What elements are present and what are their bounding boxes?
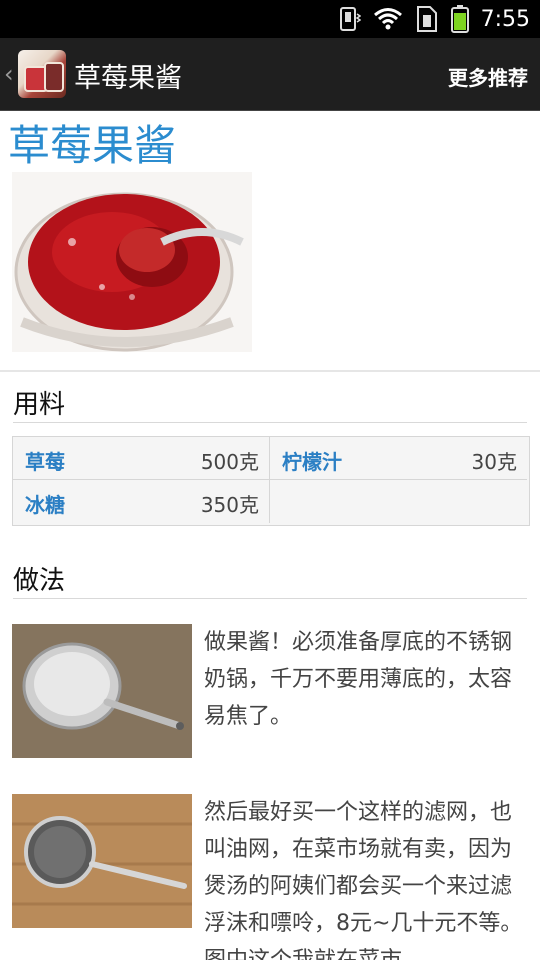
step-item: 然后最好买一个这样的滤网，也叫油网，在菜市场就有卖，因为煲汤的阿姨们都会买一个来… (12, 794, 528, 960)
ingredient-name[interactable]: 柠檬汁 (282, 446, 342, 475)
ingredient-amount: 30克 (471, 450, 517, 474)
method-heading: 做法 (13, 566, 66, 596)
recipe-title: 草莓果酱 (8, 121, 177, 170)
ingredient-row[interactable]: 柠檬汁 30克 (270, 437, 527, 480)
app-icon[interactable] (18, 50, 66, 98)
ingredient-row-empty (270, 480, 527, 523)
section-rule (13, 422, 527, 423)
ingredient-row[interactable]: 草莓 500克 (13, 437, 270, 480)
ingredient-name[interactable]: 草莓 (25, 446, 65, 475)
step-text: 然后最好买一个这样的滤网，也叫油网，在菜市场就有卖，因为煲汤的阿姨们都会买一个来… (204, 800, 523, 960)
more-recommend-button[interactable]: 更多推荐 (448, 62, 528, 91)
sim-icon (416, 6, 437, 32)
step-image[interactable] (12, 624, 192, 758)
vibrate-icon (339, 7, 361, 31)
ingredient-row[interactable]: 冰糖 350克 (13, 480, 270, 523)
section-rule (13, 598, 527, 599)
ingredient-name[interactable]: 冰糖 (25, 489, 65, 518)
battery-icon (450, 5, 469, 33)
status-bar: 7:55 (0, 0, 540, 38)
ingredients-table: 草莓 500克 柠檬汁 30克 冰糖 350克 (12, 436, 530, 526)
ingredient-amount: 350克 (200, 493, 259, 517)
step-image[interactable] (12, 794, 192, 928)
divider (0, 370, 540, 372)
step-item: 做果酱！必须准备厚底的不锈钢奶锅，千万不要用薄底的，太容易焦了。 (12, 624, 528, 764)
action-bar-title: 草莓果酱 (74, 63, 182, 94)
action-bar: ‹ 草莓果酱 更多推荐 (0, 38, 540, 111)
status-icons: 7:55 (337, 0, 530, 38)
recipe-content[interactable]: 草莓果酱 用料 草莓 500克 柠檬汁 30克 冰糖 350克 做法 做果酱！必… (0, 110, 540, 960)
status-time: 7:55 (480, 6, 530, 32)
ingredient-amount: 500克 (200, 450, 259, 474)
wifi-icon (373, 8, 402, 30)
ingredients-heading: 用料 (13, 390, 66, 420)
step-text: 做果酱！必须准备厚底的不锈钢奶锅，千万不要用薄底的，太容易焦了。 (204, 630, 513, 729)
jar-graphic (44, 62, 64, 92)
recipe-hero-image (12, 172, 252, 352)
back-chevron-icon[interactable]: ‹ (4, 60, 14, 88)
